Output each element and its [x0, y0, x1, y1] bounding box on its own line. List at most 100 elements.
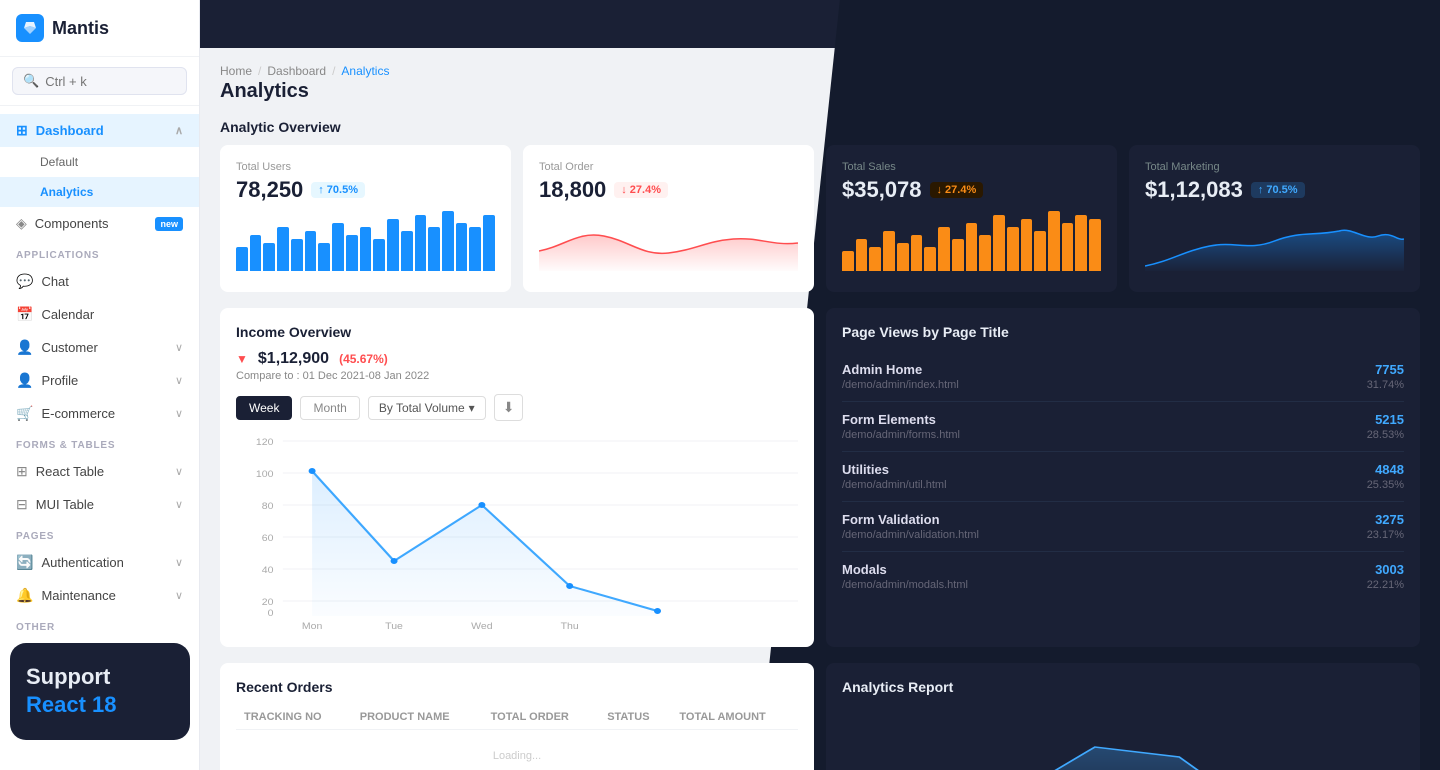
income-value: $1,12,900 [258, 350, 329, 368]
chevron-down-icon-7: ∨ [175, 589, 183, 602]
react-table-label: React Table [36, 464, 104, 479]
pv-page-url: /demo/admin/modals.html [842, 579, 968, 591]
new-badge: new [155, 217, 183, 231]
sidebar-item-calendar[interactable]: 📅 Calendar [0, 298, 199, 331]
breadcrumb: Home / Dashboard / Analytics [220, 64, 1420, 78]
chat-label: Chat [41, 274, 68, 289]
stat-card-sales: Total Sales $35,078 ↓ 27.4% [826, 145, 1117, 292]
sidebar-item-default[interactable]: Default [0, 147, 199, 177]
sidebar-item-customer[interactable]: 👤 Customer ∨ [0, 331, 199, 364]
analytic-overview-section: Analytic Overview Total Users 78,250 ↑ 7… [220, 119, 1420, 292]
pv-row: Admin Home /demo/admin/index.html 7755 3… [842, 352, 1404, 402]
calendar-label: Calendar [41, 307, 94, 322]
sidebar-item-profile[interactable]: 👤 Profile ∨ [0, 364, 199, 397]
search-input[interactable] [45, 74, 176, 89]
support-title: Support [26, 663, 174, 692]
orders-title: Recent Orders [236, 679, 798, 695]
download-button[interactable]: ⬇ [494, 394, 524, 421]
income-pageviews-section: Income Overview ▼ $1,12,900 (45.67%) Com… [220, 308, 1420, 647]
main-content: 2 SB Stebin Ben Home / [200, 0, 1440, 770]
forms-section-label: Forms & Tables [0, 430, 199, 455]
auth-label: Authentication [41, 555, 123, 570]
sidebar-item-chat[interactable]: 💬 Chat [0, 265, 199, 298]
svg-text:Tue: Tue [385, 622, 403, 631]
sidebar-item-components[interactable]: ◈ Components new [0, 207, 199, 240]
marketing-area-chart [1145, 211, 1404, 276]
svg-text:40: 40 [262, 566, 274, 576]
analytic-overview-title: Analytic Overview [220, 119, 1420, 135]
chevron-down-icon: ∨ [175, 341, 183, 354]
customer-icon: 👤 [16, 339, 33, 356]
sidebar-item-authentication[interactable]: 🔄 Authentication ∨ [0, 546, 199, 579]
stat-value-users: 78,250 [236, 177, 303, 203]
sidebar-item-maintenance[interactable]: 🔔 Maintenance ∨ [0, 579, 199, 612]
pageviews-title: Page Views by Page Title [842, 324, 1404, 340]
pages-section-label: Pages [0, 521, 199, 546]
income-card: Income Overview ▼ $1,12,900 (45.67%) Com… [220, 308, 814, 647]
income-arrow-icon: ▼ [236, 352, 248, 366]
search-bar[interactable]: 🔍 [0, 57, 199, 106]
sidebar-item-mui-table[interactable]: ⊟ MUI Table ∨ [0, 488, 199, 521]
sidebar-item-dashboard[interactable]: ⊞ Dashboard ∧ [0, 114, 199, 147]
stats-row: Total Users 78,250 ↑ 70.5% Total Order [220, 145, 1420, 292]
svg-text:Mon: Mon [302, 622, 322, 631]
profile-label: Profile [41, 373, 78, 388]
chevron-up-icon: ∧ [175, 124, 183, 137]
income-percent: (45.67%) [339, 352, 388, 366]
pv-row: Form Elements /demo/admin/forms.html 521… [842, 402, 1404, 452]
pv-page-name: Modals [842, 562, 968, 577]
pv-pct: 25.35% [1367, 479, 1404, 491]
dashboard-icon: ⊞ [16, 122, 28, 139]
ecommerce-icon: 🛒 [16, 405, 33, 422]
pv-page-name: Admin Home [842, 362, 959, 377]
stat-badge-sales: ↓ 27.4% [930, 182, 984, 198]
col-status: STATUS [599, 705, 671, 730]
breadcrumb-sep-2: / [332, 64, 335, 78]
orders-table: TRACKING NO PRODUCT NAME TOTAL ORDER STA… [236, 705, 798, 770]
analytics-report-card: Analytics Report Fri Sat Sun [826, 663, 1420, 770]
maintenance-label: Maintenance [41, 588, 115, 603]
income-compare: Compare to : 01 Dec 2021-08 Jan 2022 [236, 370, 798, 382]
sidebar-item-analytics[interactable]: Analytics [0, 177, 199, 207]
pv-row: Utilities /demo/admin/util.html 4848 25.… [842, 452, 1404, 502]
sidebar-analytics-label: Analytics [40, 185, 93, 199]
col-total-order: TOTAL ORDER [483, 705, 600, 730]
stat-label-marketing: Total Marketing [1145, 161, 1404, 173]
chevron-down-icon-2: ∨ [175, 374, 183, 387]
pv-page-url: /demo/admin/util.html [842, 479, 947, 491]
pv-page-name: Form Validation [842, 512, 979, 527]
sidebar-item-ecommerce[interactable]: 🛒 E-commerce ∨ [0, 397, 199, 430]
sidebar-logo[interactable]: Mantis [0, 0, 199, 57]
stat-value-marketing: $1,12,083 [1145, 177, 1243, 203]
components-icon: ◈ [16, 215, 27, 232]
stat-card-users: Total Users 78,250 ↑ 70.5% [220, 145, 511, 292]
month-button[interactable]: Month [300, 396, 359, 420]
sales-bar-chart [842, 211, 1101, 271]
header-section: Home / Dashboard / Analytics Analytics [220, 64, 1420, 103]
breadcrumb-home[interactable]: Home [220, 64, 252, 78]
pv-page-url: /demo/admin/index.html [842, 379, 959, 391]
pv-row: Modals /demo/admin/modals.html 3003 22.2… [842, 552, 1404, 601]
col-tracking: TRACKING NO [236, 705, 352, 730]
pv-pct: 31.74% [1367, 379, 1404, 391]
volume-select[interactable]: By Total Volume ▾ [368, 396, 486, 420]
col-amount: TOTAL AMOUNT [671, 705, 798, 730]
pv-page-url: /demo/admin/forms.html [842, 429, 960, 441]
sidebar: Mantis 🔍 ⊞ Dashboard ∧ Default Analytics… [0, 0, 200, 770]
chevron-down-icon-4: ∨ [175, 465, 183, 478]
mui-table-label: MUI Table [36, 497, 94, 512]
pv-count: 5215 [1367, 412, 1404, 427]
breadcrumb-current: Analytics [341, 64, 389, 78]
svg-text:100: 100 [256, 470, 274, 480]
pv-pct: 22.21% [1367, 579, 1404, 591]
support-popup: Support React 18 [10, 643, 190, 740]
week-button[interactable]: Week [236, 396, 292, 420]
profile-icon: 👤 [16, 372, 33, 389]
analytics-report-chart: Fri Sat Sun [842, 707, 1404, 770]
svg-text:120: 120 [256, 438, 274, 448]
users-bar-chart [236, 211, 495, 271]
sidebar-item-react-table[interactable]: ⊞ React Table ∨ [0, 455, 199, 488]
react-table-icon: ⊞ [16, 463, 28, 480]
chevron-down-icon-vol: ▾ [469, 401, 475, 415]
breadcrumb-dashboard[interactable]: Dashboard [267, 64, 326, 78]
